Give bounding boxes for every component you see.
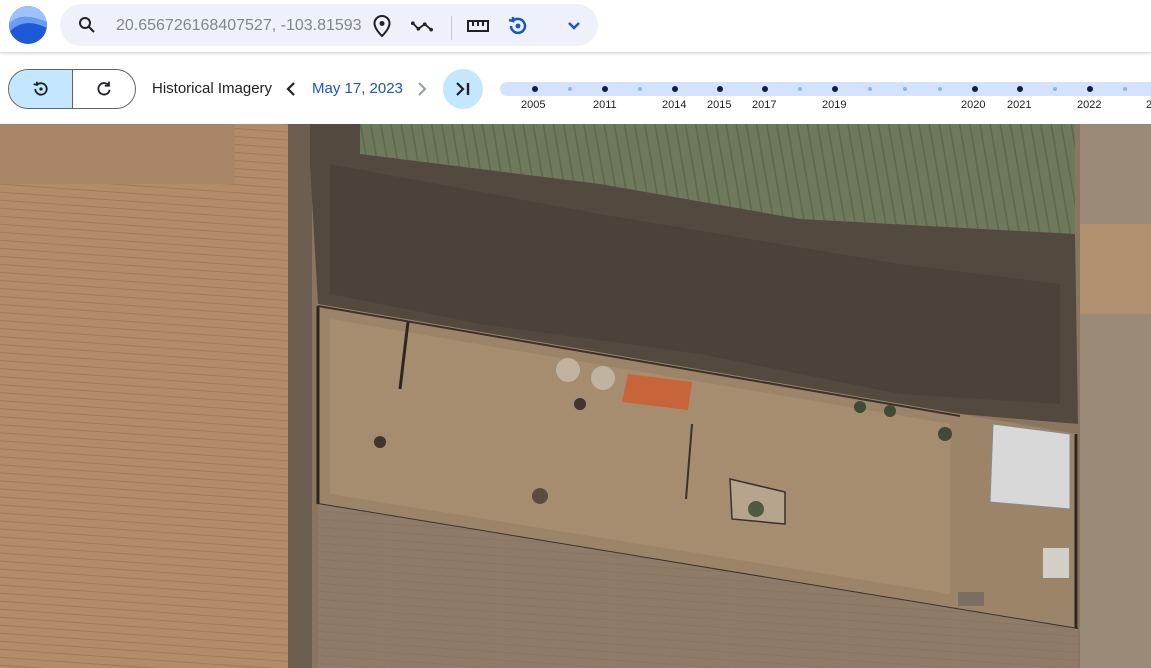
timeline-year-label: 2011 (593, 99, 617, 111)
timeline-tick[interactable] (762, 86, 768, 92)
timeline-tick[interactable] (1017, 86, 1023, 92)
timeline-tick[interactable] (938, 87, 942, 91)
satellite-imagery (0, 124, 1151, 668)
timeline-year-label: 2014 (662, 99, 687, 111)
view-mode-toggle (8, 69, 136, 109)
timeline-year-label: 2 (1146, 99, 1151, 111)
timeline-year-label: 2005 (521, 99, 546, 111)
ruler-icon[interactable] (467, 15, 489, 37)
search-icon[interactable] (78, 16, 96, 34)
historical-imagery-label: Historical Imagery (152, 80, 273, 97)
timeline-tick[interactable] (717, 86, 723, 92)
timeline-tick[interactable] (532, 86, 538, 92)
timeline-year-label: 2022 (1077, 99, 1102, 111)
next-date-icon[interactable] (414, 81, 430, 97)
timeline-tick[interactable] (1123, 87, 1127, 91)
timeline-tick[interactable] (832, 86, 838, 92)
timeline-tick[interactable] (1053, 87, 1057, 91)
earth-logo-icon[interactable] (9, 6, 47, 44)
historical-imagery-bar: Historical Imagery May 17, 2023 2005 201… (0, 53, 1151, 124)
timeline-tick[interactable] (1087, 86, 1093, 92)
timeline-tick[interactable] (568, 87, 572, 91)
previous-date-icon[interactable] (283, 81, 299, 97)
timeline-tick[interactable] (672, 86, 678, 92)
timeline-tick[interactable] (638, 87, 642, 91)
timeline-year-label: 2015 (707, 99, 732, 111)
timeline-year-label: 2020 (961, 99, 986, 111)
timeline-year-label: 2017 (752, 99, 777, 111)
search-box (60, 4, 598, 46)
place-pin-icon[interactable] (371, 15, 393, 37)
timeline-tick[interactable] (868, 87, 872, 91)
refresh-view-button[interactable] (73, 70, 135, 108)
historical-view-button[interactable] (9, 70, 73, 108)
imagery-date[interactable]: May 17, 2023 (312, 80, 403, 97)
timeline-tick[interactable] (972, 86, 978, 92)
chevron-down-icon[interactable] (563, 15, 585, 37)
history-icon (32, 81, 48, 96)
satellite-map-view[interactable] (0, 124, 1151, 668)
skip-to-latest-button[interactable] (443, 69, 483, 109)
timeline-tick[interactable] (903, 87, 907, 91)
timeline-year-label: 2019 (822, 99, 847, 111)
refresh-icon (97, 81, 111, 96)
toolbar-divider (451, 16, 452, 40)
top-bar (0, 0, 1151, 53)
timeline-year-label: 2021 (1007, 99, 1032, 111)
skip-to-latest-icon (456, 82, 470, 96)
historical-imagery-icon[interactable] (507, 15, 529, 37)
path-icon[interactable] (411, 15, 433, 37)
timeline-tick[interactable] (798, 87, 802, 91)
timeline-tick[interactable] (602, 86, 608, 92)
